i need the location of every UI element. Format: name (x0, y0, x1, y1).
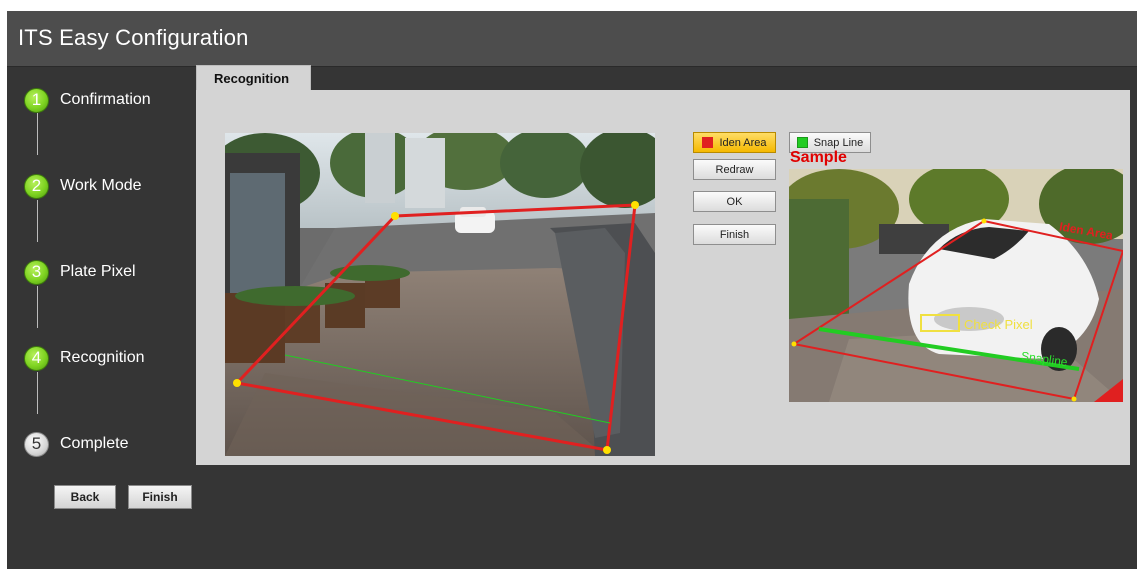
step-recognition[interactable]: 4 Recognition (24, 344, 145, 372)
step-confirmation[interactable]: 1 Confirmation (24, 86, 151, 114)
window-title: ITS Easy Configuration (18, 25, 249, 50)
tab-recognition[interactable]: Recognition (196, 65, 311, 90)
step-number-badge: 1 (24, 87, 49, 113)
step-connector (37, 372, 38, 414)
snap-line-label: Snap Line (813, 136, 864, 149)
recognition-panel: Iden Area Snap Line Redraw OK Finish Sam… (196, 90, 1130, 465)
step-number-badge: 2 (24, 173, 49, 199)
live-video-view[interactable] (225, 133, 655, 456)
sample-image: Check Pixel Snapline Iden Area (789, 169, 1123, 402)
step-number-badge: 5 (24, 431, 49, 457)
step-plate-pixel[interactable]: 3 Plate Pixel (24, 258, 136, 286)
wizard-steps: 1 Confirmation 2 Work Mode 3 Plate Pixel… (7, 67, 197, 487)
title-bar: ITS Easy Configuration (7, 11, 1137, 67)
step-complete[interactable]: 5 Complete (24, 430, 128, 458)
step-work-mode[interactable]: 2 Work Mode (24, 172, 142, 200)
iden-area-label: Iden Area (719, 136, 767, 149)
step-number-badge: 4 (24, 345, 49, 371)
check-pixel-label: Check Pixel (964, 317, 1033, 332)
step-label: Complete (60, 435, 129, 452)
step-connector (37, 286, 38, 328)
step-connector (37, 200, 38, 242)
step-label: Work Mode (60, 177, 142, 194)
iden-area-swatch (702, 137, 714, 148)
redraw-button[interactable]: Redraw (693, 159, 776, 180)
back-button[interactable]: Back (54, 485, 116, 509)
finish-wizard-button[interactable]: Finish (128, 485, 192, 509)
step-connector (37, 113, 38, 155)
finish-button[interactable]: Finish (693, 224, 776, 245)
step-label: Plate Pixel (60, 263, 136, 280)
step-label: Confirmation (60, 91, 151, 108)
step-number-badge: 3 (24, 259, 49, 285)
sample-picture (789, 169, 1123, 402)
step-label: Recognition (60, 349, 145, 366)
snap-line-swatch (796, 137, 808, 148)
sample-label: Sample (790, 149, 847, 166)
live-video-image (225, 133, 655, 456)
iden-area-button[interactable]: Iden Area (693, 132, 776, 153)
ok-button[interactable]: OK (693, 191, 776, 212)
